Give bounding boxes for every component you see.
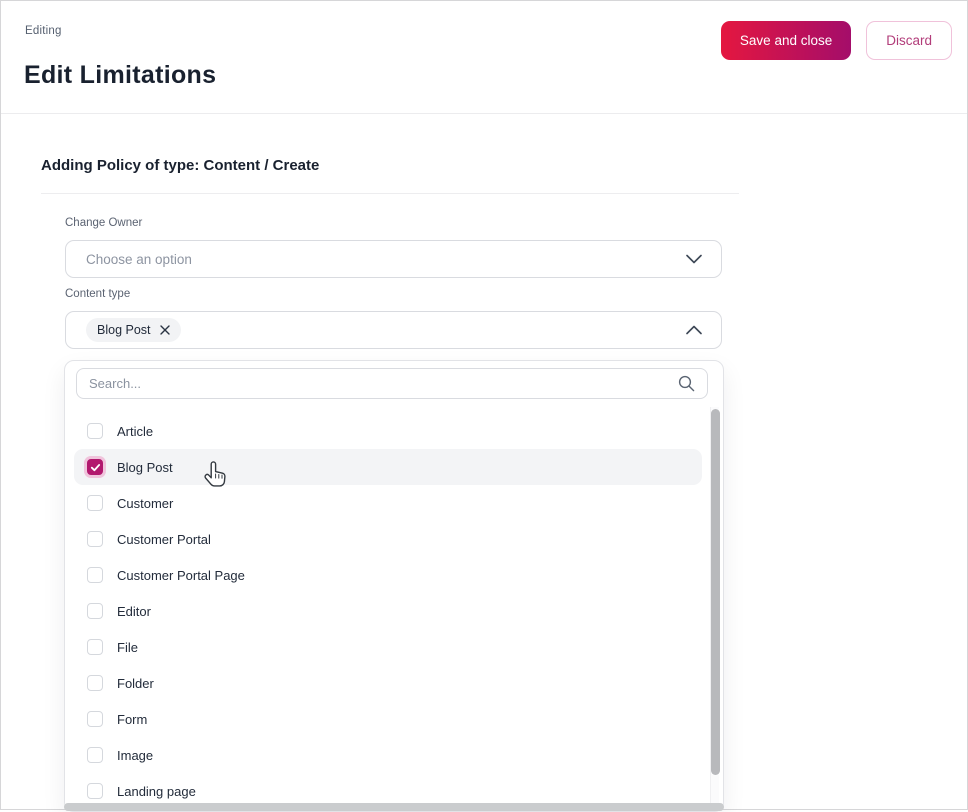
search-icon [678, 375, 695, 392]
content-type-option-list: Article Blog Post Customer Customer Port… [65, 413, 725, 809]
list-item[interactable]: Blog Post [74, 449, 702, 485]
chevron-up-icon[interactable] [686, 325, 702, 335]
option-label: Folder [117, 675, 154, 691]
option-label: Blog Post [117, 459, 173, 475]
discard-button[interactable]: Discard [866, 21, 952, 60]
content-type-multiselect[interactable]: Blog Post [65, 311, 722, 349]
checkbox[interactable] [87, 531, 103, 547]
page-header: Editing Edit Limitations Save and close … [1, 1, 967, 114]
header-actions: Save and close Discard [720, 21, 952, 60]
change-owner-select[interactable]: Choose an option [65, 240, 722, 278]
save-and-close-button[interactable]: Save and close [720, 21, 852, 60]
change-owner-label: Change Owner [65, 217, 143, 229]
list-item[interactable]: Form [74, 701, 702, 737]
chevron-down-icon[interactable] [686, 254, 702, 264]
list-item[interactable]: Image [74, 737, 702, 773]
option-label: Form [117, 711, 148, 727]
dropdown-search[interactable] [76, 368, 708, 399]
scrollbar-thumb[interactable] [711, 409, 720, 775]
checkbox[interactable] [87, 603, 103, 619]
content-type-label: Content type [65, 288, 131, 300]
search-input[interactable] [89, 376, 670, 391]
checkbox[interactable] [87, 675, 103, 691]
option-label: Image [117, 747, 154, 763]
checkbox[interactable] [87, 423, 103, 439]
list-item[interactable]: Customer Portal Page [74, 557, 702, 593]
section-divider [41, 193, 739, 194]
option-label: File [117, 639, 138, 655]
checkbox[interactable] [87, 459, 103, 475]
selected-chip: Blog Post [86, 318, 181, 342]
option-label: Editor [117, 603, 151, 619]
dropdown-scrollbar[interactable] [710, 407, 720, 811]
checkbox[interactable] [87, 783, 103, 799]
list-item[interactable]: Article [74, 413, 702, 449]
option-label: Landing page [117, 783, 196, 799]
checkbox[interactable] [87, 747, 103, 763]
list-item[interactable]: Customer [74, 485, 702, 521]
list-item[interactable]: Editor [74, 593, 702, 629]
selected-chip-label: Blog Post [97, 323, 151, 337]
content-type-dropdown-panel: Article Blog Post Customer Customer Port… [64, 360, 724, 812]
page-title: Edit Limitations [24, 61, 217, 89]
policy-section-title: Adding Policy of type: Content / Create [41, 157, 320, 174]
option-label: Customer Portal Page [117, 567, 245, 583]
checkbox[interactable] [87, 495, 103, 511]
list-item[interactable]: Folder [74, 665, 702, 701]
list-item[interactable]: File [74, 629, 702, 665]
edit-limitations-page: { "header": { "eyebrow": "Editing", "tit… [0, 0, 968, 812]
checkbox[interactable] [87, 711, 103, 727]
checkbox[interactable] [87, 567, 103, 583]
breadcrumb: Editing [25, 25, 62, 37]
change-owner-placeholder: Choose an option [86, 251, 192, 267]
checkbox[interactable] [87, 639, 103, 655]
option-label: Customer [117, 495, 174, 511]
option-label: Customer Portal [117, 531, 211, 547]
option-label: Article [117, 423, 154, 439]
chip-remove-icon[interactable] [159, 325, 170, 335]
list-item[interactable]: Customer Portal [74, 521, 702, 557]
